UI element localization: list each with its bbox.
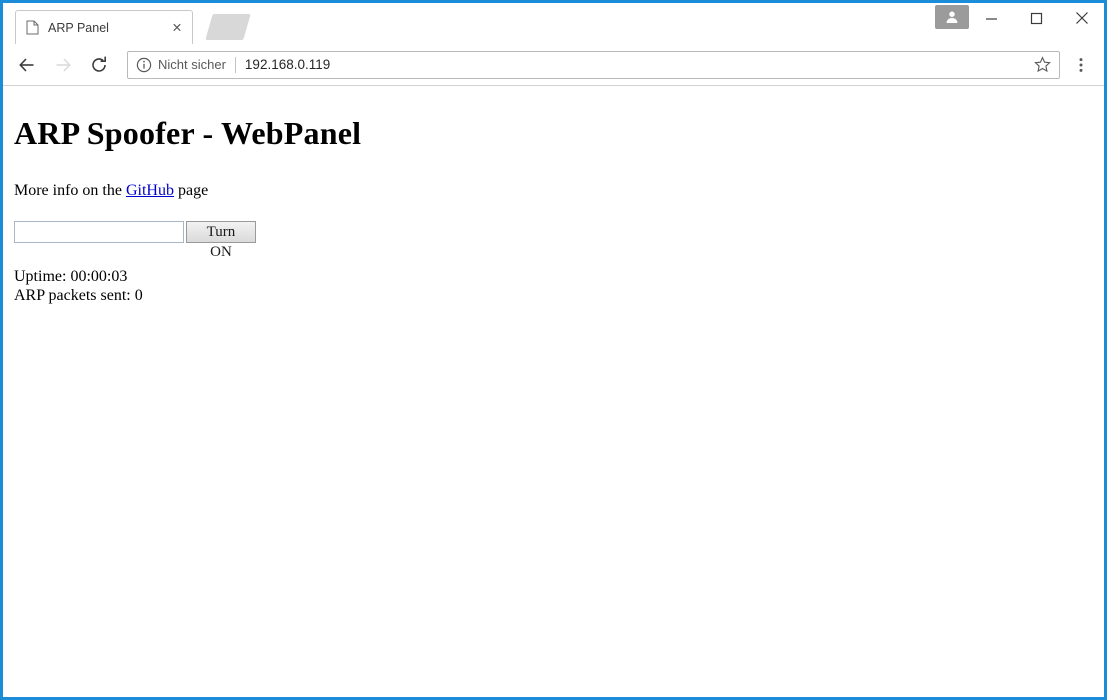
- forward-arrow-icon: [47, 49, 79, 81]
- bookmark-star-icon[interactable]: [1029, 53, 1055, 77]
- browser-toolbar: Nicht sicher 192.168.0.119: [3, 44, 1104, 86]
- info-line: More info on the GitHub page: [14, 181, 1093, 200]
- page-title: ARP Spoofer - WebPanel: [14, 115, 362, 151]
- status-block: Uptime: 00:00:03 ARP packets sent: 0: [14, 267, 1093, 305]
- info-prefix: More info on the: [14, 182, 126, 200]
- omnibox-separator: [234, 56, 236, 73]
- minimize-button[interactable]: [969, 3, 1014, 33]
- uptime-status: Uptime: 00:00:03: [14, 268, 128, 286]
- maximize-button[interactable]: [1014, 3, 1059, 33]
- avatar-person-icon[interactable]: [935, 5, 969, 29]
- github-link[interactable]: GitHub: [126, 182, 174, 199]
- tab-title: ARP Panel: [48, 20, 109, 35]
- reload-icon[interactable]: [83, 49, 115, 81]
- security-status-text: Nicht sicher: [158, 57, 226, 72]
- page-viewport: ARP Spoofer - WebPanel More info on the …: [6, 87, 1101, 694]
- spoof-control-row: Turn ON: [14, 221, 256, 260]
- address-bar[interactable]: Nicht sicher 192.168.0.119: [127, 50, 1060, 79]
- browser-window: ARP Panel ✕ Nicht sicher 192.168.0.119 A…: [0, 0, 1107, 700]
- info-suffix: page: [173, 182, 209, 200]
- packets-status: ARP packets sent: 0: [14, 287, 143, 305]
- back-arrow-icon[interactable]: [11, 49, 43, 81]
- three-dot-menu-icon[interactable]: [1066, 49, 1096, 81]
- turn-on-button[interactable]: Turn ON: [186, 221, 256, 260]
- close-button[interactable]: [1059, 3, 1104, 33]
- url-text[interactable]: 192.168.0.119: [245, 57, 1029, 72]
- new-tab-button[interactable]: [205, 14, 251, 40]
- browser-tab-arp-panel[interactable]: ARP Panel ✕: [15, 10, 193, 44]
- info-circle-icon[interactable]: [136, 57, 152, 73]
- window-controls: [935, 3, 1104, 33]
- target-input[interactable]: [14, 221, 184, 244]
- tab-strip: ARP Panel ✕: [3, 3, 1104, 44]
- page-content: ARP Spoofer - WebPanel More info on the …: [6, 87, 1101, 313]
- tab-close-icon[interactable]: ✕: [168, 19, 186, 37]
- page-document-icon: [26, 20, 40, 36]
